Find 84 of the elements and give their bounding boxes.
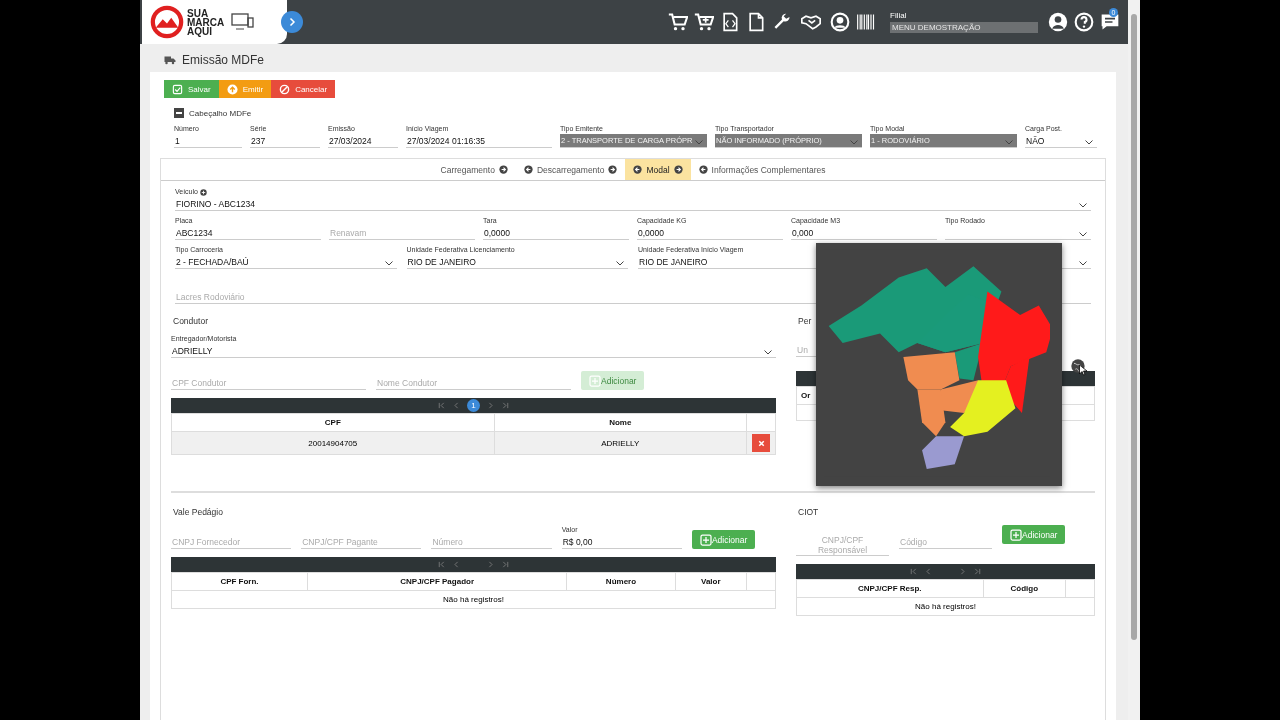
column-header: CNPJ/CPF Pagador [307, 572, 567, 591]
column-header: Código [983, 579, 1066, 598]
section-title: Per [798, 316, 813, 326]
input-field[interactable]: 0,000 [791, 226, 937, 240]
delete-button[interactable] [752, 434, 770, 452]
input-field[interactable]: 27/03/2024 01:16:35 [406, 134, 552, 148]
select-field[interactable]: ADRIELLY [171, 344, 776, 358]
page-title: Emissão MDFe [182, 53, 264, 67]
column-header: Valor [675, 572, 747, 591]
plus-square-icon [1010, 528, 1022, 541]
next-page-icon [486, 560, 495, 569]
first-page-icon [437, 401, 446, 410]
check-square-icon [172, 83, 183, 95]
expand-menu-button[interactable] [281, 11, 303, 33]
section-title: Condutor [173, 316, 209, 326]
plus-circle-icon [199, 188, 207, 196]
section-title: Vale Pedágio [173, 507, 224, 517]
input-field[interactable]: 0,0000 [483, 226, 629, 240]
prev-page-icon [452, 401, 461, 410]
user-icon [1048, 12, 1068, 32]
input-field[interactable]: 1 [174, 134, 242, 148]
logo[interactable]: SUA MARCA AQUI [142, 0, 287, 44]
last-page-icon [501, 560, 510, 569]
logo-text: AQUI [187, 26, 212, 36]
tab[interactable]: Modal [625, 159, 691, 180]
empty-message: Não há registros! [796, 597, 1095, 616]
branch-label: Filial [890, 11, 908, 20]
prev-page-icon [924, 567, 933, 576]
arrow-right-circle-icon [498, 165, 508, 174]
column-header: Nome [494, 413, 747, 432]
input-field[interactable]: 27/03/2024 [328, 134, 398, 148]
logo-text: MARCA [187, 17, 225, 27]
column-header: CPF Forn. [171, 572, 308, 591]
first-page-icon [437, 560, 446, 569]
chat-icon [1100, 12, 1120, 32]
arrow-right-circle-icon [608, 165, 618, 174]
column-header: CPF [171, 413, 495, 432]
arrow-up-circle-icon [226, 83, 238, 95]
select-field[interactable]: 2 - FECHADA/BAÚ [175, 255, 397, 269]
truck-icon [164, 54, 176, 66]
input-field[interactable]: 237 [250, 134, 320, 148]
barcode-icon [856, 12, 876, 32]
cancel-button[interactable]: Cancelar [271, 80, 336, 98]
cursor-icon [1078, 363, 1090, 377]
section-toggle[interactable]: Cabeçalho MDFe [174, 108, 252, 118]
file-icon [746, 12, 766, 32]
close-icon [756, 438, 766, 448]
page-number[interactable]: 1 [467, 399, 480, 412]
plus-square-icon [589, 374, 601, 387]
mountain-circle-icon [150, 5, 184, 39]
select-field[interactable]: NÃO [1025, 134, 1097, 148]
empty-message: Não há registros! [171, 590, 776, 609]
table-cell: ADRIELLY [494, 431, 747, 455]
arrow-left-circle-icon [633, 165, 643, 174]
arrow-right-circle-icon [673, 165, 683, 174]
next-page-icon [958, 567, 967, 576]
tab[interactable]: Informações Complementares [690, 159, 834, 180]
prev-page-icon [452, 560, 461, 569]
section-title: CIOT [798, 507, 820, 517]
ban-icon [279, 83, 291, 95]
cart-plus-icon [694, 12, 714, 32]
input-field[interactable]: ABC1234 [175, 226, 321, 240]
column-header: Número [566, 572, 676, 591]
branch-select[interactable]: MENU DEMOSTRAÇÃO [890, 22, 1038, 33]
select-field[interactable]: RIO DE JANEIRO [406, 255, 628, 269]
tab[interactable]: Descarregamento [515, 159, 626, 180]
last-page-icon [973, 567, 982, 576]
plus-square-icon [699, 533, 712, 546]
first-page-icon [909, 567, 918, 576]
tab[interactable]: Carregamento [432, 159, 516, 180]
next-page-icon [486, 401, 495, 410]
arrow-left-circle-icon [698, 165, 708, 174]
logo-text: SUA [187, 8, 209, 18]
code-file-icon [720, 12, 740, 32]
arrow-left-circle-icon [523, 165, 533, 174]
cart-icon [668, 12, 688, 32]
last-page-icon [501, 401, 510, 410]
input-field[interactable]: R$ 0,00 [561, 535, 682, 549]
help-icon [1074, 12, 1094, 32]
user-circle-icon [830, 12, 850, 32]
select-field[interactable]: FIORINO - ABC1234 [175, 197, 1091, 211]
column-header: CNPJ/CPF Resp. [796, 579, 984, 598]
input-field[interactable]: 0,0000 [637, 226, 783, 240]
table-cell: 20014904705 [171, 431, 495, 455]
